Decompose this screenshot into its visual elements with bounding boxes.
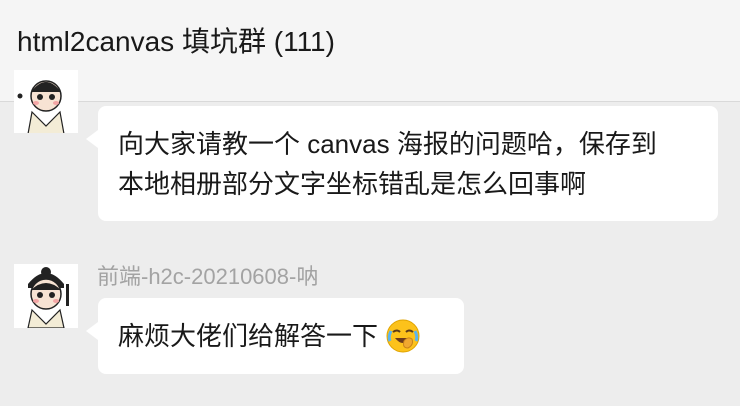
avatar[interactable] (14, 264, 78, 328)
chat-title: html2canvas 填坑群 (111) (17, 26, 335, 57)
message-bubble[interactable]: 向大家请教一个 canvas 海报的问题哈，保存到 本地相册部分文字坐标错乱是怎… (86, 106, 718, 221)
message-text: 麻烦大佬们给解答一下 (118, 321, 379, 351)
sender-name: 前端-h2c-20210608-呐 (97, 264, 319, 289)
message-bubble[interactable]: 麻烦大佬们给解答一下 (86, 298, 464, 374)
avatar[interactable] (14, 70, 78, 133)
chat-header: html2canvas 填坑群 (111) (0, 0, 740, 102)
face-with-tears-of-joy-icon (386, 319, 420, 353)
message-line: 本地相册部分文字坐标错乱是怎么回事啊 (118, 169, 587, 199)
message-line: 向大家请教一个 canvas 海报的问题哈，保存到 (118, 129, 657, 159)
